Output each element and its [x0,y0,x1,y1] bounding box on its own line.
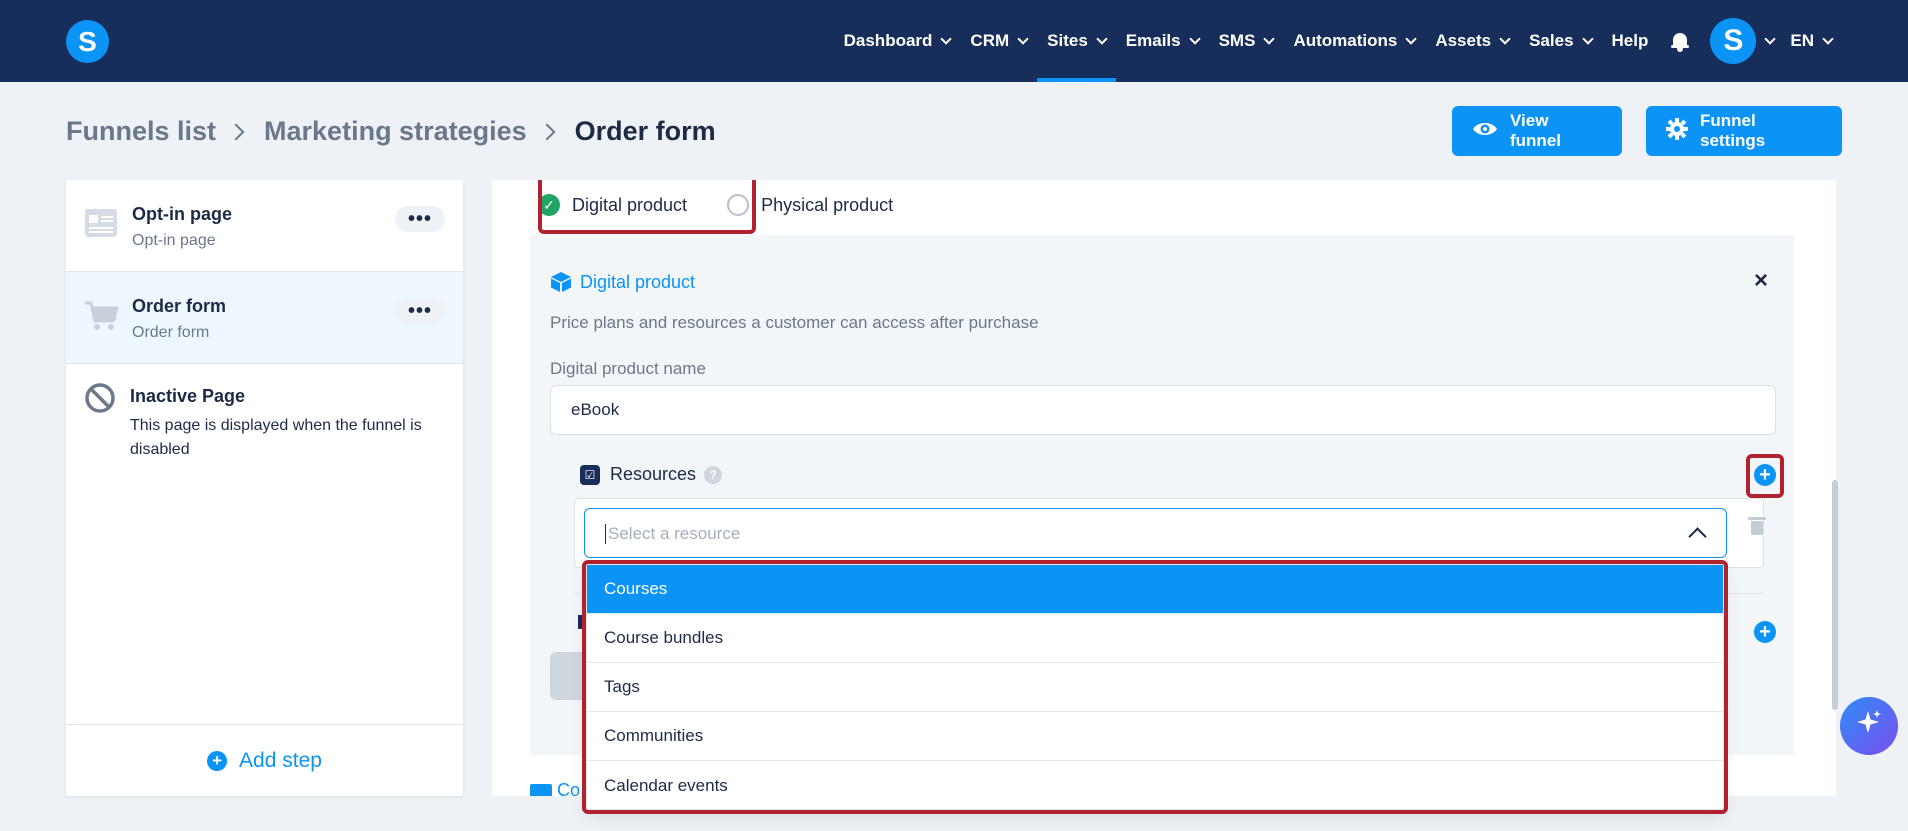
product-name-input[interactable] [550,385,1776,435]
checklist-icon: ☑ [580,464,600,485]
nav-assets[interactable]: Assets [1425,0,1519,82]
view-funnel-button[interactable]: View funnel [1452,106,1622,156]
option-course-bundles[interactable]: Course bundles [587,614,1723,663]
breadcrumb-marketing-strategies[interactable]: Marketing strategies [264,116,527,147]
section-icon [578,615,584,629]
step-title: Order form [132,296,227,316]
sparkle-icon [1854,708,1884,745]
digital-product-heading: Digital product [550,271,695,293]
language-selector[interactable]: EN [1780,0,1842,82]
resource-dropdown-menu: Courses Course bundles Tags Communities … [586,564,1724,810]
add-resource-button[interactable]: + [1754,464,1776,486]
app-logo[interactable]: S [66,20,109,63]
step-menu-button[interactable]: ••• [395,206,445,232]
avatar: S [1710,18,1757,64]
nav-sms[interactable]: SMS [1209,0,1284,82]
product-type-selector: ✓ Digital product Physical product [538,180,933,230]
resources-heading: ☑ Resources ? [580,464,723,485]
step-menu-button[interactable]: ••• [395,298,445,324]
nav-automations[interactable]: Automations [1283,0,1425,82]
ticket-icon [530,784,552,796]
funnel-steps-sidebar: Opt-in page Opt-in page ••• Order form O… [66,180,463,796]
step-order-form[interactable]: Order form Order form ••• [66,272,463,364]
check-circle-icon: ✓ [538,194,560,216]
chevron-down-icon [1581,32,1594,45]
option-tags[interactable]: Tags [587,663,1723,712]
nav-dashboard[interactable]: Dashboard [834,0,961,82]
step-title: Inactive Page [130,386,246,406]
box-icon [550,271,572,293]
eye-icon [1472,120,1498,142]
scrollbar[interactable] [1832,480,1838,710]
option-courses[interactable]: Courses [587,565,1723,614]
top-navbar: S Dashboard CRM Sites Emails SMS Automat… [0,0,1908,82]
radio-empty-icon [727,194,750,216]
breadcrumb-funnels-list[interactable]: Funnels list [66,116,216,147]
nav-emails[interactable]: Emails [1116,0,1209,82]
trash-icon[interactable] [1748,517,1766,535]
chevron-down-icon [1096,32,1108,45]
ban-icon [84,382,116,419]
chevron-down-icon [940,32,953,45]
chevron-down-icon [1499,32,1511,45]
nav-crm[interactable]: CRM [960,0,1037,82]
product-name-label: Digital product name [550,359,706,378]
main-nav: Dashboard CRM Sites Emails SMS Automatio… [834,0,1842,82]
chevron-down-icon [1822,32,1834,45]
chevron-down-icon [1263,32,1276,45]
chevron-down-icon [1756,18,1777,64]
bell-icon[interactable] [1670,31,1690,52]
chevron-right-icon [227,123,245,140]
breadcrumb: Funnels list Marketing strategies Order … [66,116,716,147]
add-step-button[interactable]: + Add step [66,724,463,796]
chevron-down-icon [1405,32,1417,45]
step-title: Opt-in page [132,204,232,224]
radio-digital-product[interactable]: ✓ Digital product [538,194,687,216]
plus-circle-icon: + [207,750,228,771]
gear-icon [1666,118,1688,144]
funnel-settings-button[interactable]: Funnel settings [1646,106,1842,156]
select-placeholder: Select a resource [605,524,740,544]
page-title: Order form [574,116,716,146]
step-subtitle: This page is displayed when the funnel i… [130,417,422,458]
chevron-down-icon [1017,32,1029,45]
step-subtitle: Opt-in page [132,232,216,249]
nav-sites[interactable]: Sites [1037,0,1116,82]
ai-assistant-button[interactable] [1840,697,1898,755]
section-link-partial[interactable]: Co [530,780,580,796]
account-menu[interactable]: S [1704,18,1780,64]
cart-icon [84,300,120,337]
radio-physical-product[interactable]: Physical product [727,194,893,216]
nav-sales[interactable]: Sales [1519,0,1601,82]
step-inactive-page[interactable]: Inactive Page This page is displayed whe… [66,364,463,464]
add-price-plan-button[interactable]: + [1754,621,1776,643]
step-subtitle: Order form [132,324,210,341]
help-icon[interactable]: ? [704,465,723,484]
chevron-up-icon [1688,527,1707,546]
resource-select[interactable]: Select a resource [584,508,1727,558]
page-icon [84,208,118,243]
step-opt-in-page[interactable]: Opt-in page Opt-in page ••• [66,180,463,272]
option-communities[interactable]: Communities [587,712,1723,761]
option-calendar-events[interactable]: Calendar events [587,761,1723,810]
chevron-right-icon [538,123,556,140]
digital-product-description: Price plans and resources a customer can… [550,313,1039,332]
chevron-down-icon [1188,32,1201,45]
close-icon[interactable]: × [1754,267,1768,295]
nav-help[interactable]: Help [1602,0,1659,82]
